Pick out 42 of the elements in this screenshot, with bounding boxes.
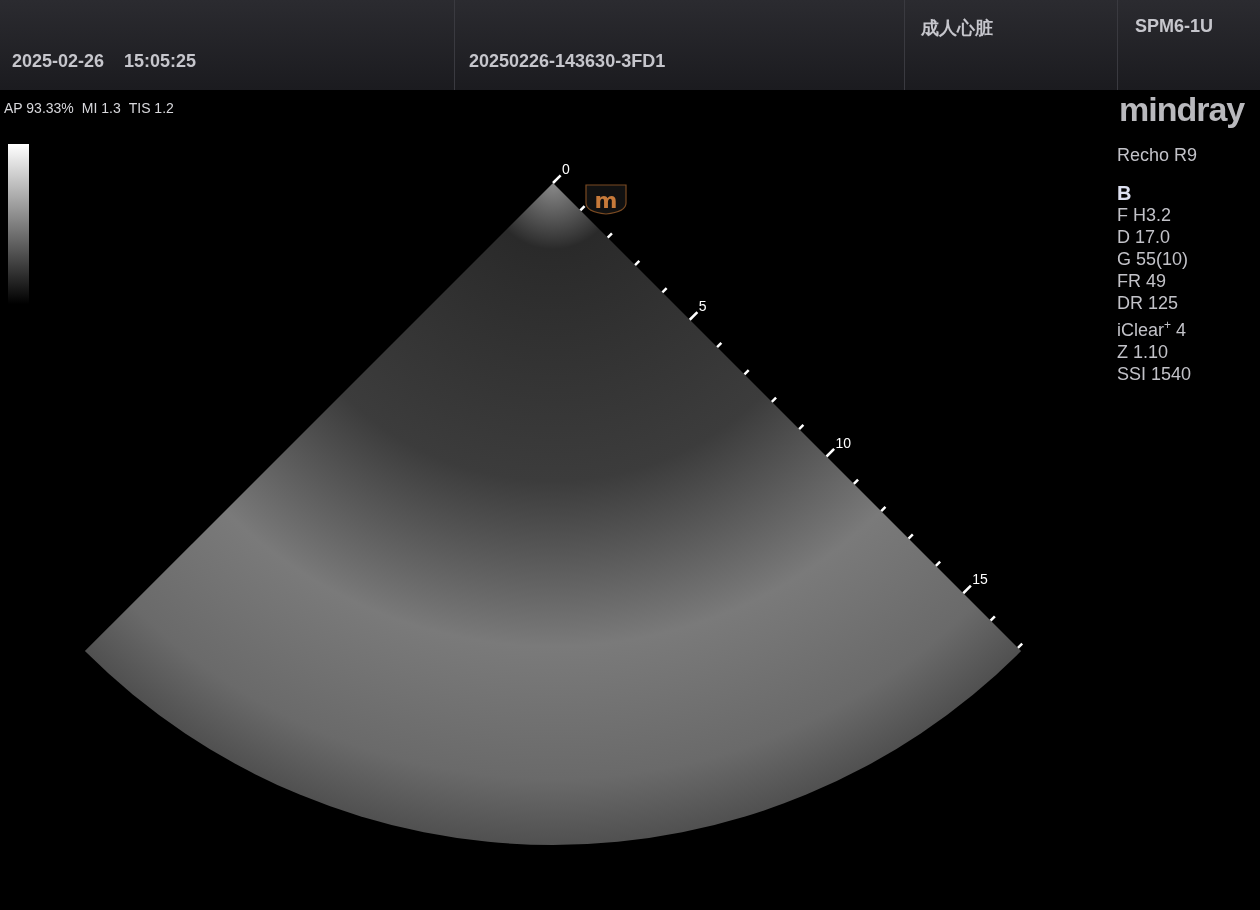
depth-label: 5 [698,297,707,314]
orientation-marker: m [585,184,627,215]
imaging-mode: B [1117,182,1133,204]
depth-label: 10 [835,434,852,451]
depth-tick [1017,642,1024,649]
acoustic-output-value: TIS 1.2 [128,100,174,116]
imaging-parameter: FR 49 [1117,270,1168,292]
imaging-parameter: SSI 1540 [1117,363,1193,385]
system-name: Recho R9 [1117,144,1199,166]
depth-tick [798,424,805,431]
depth-tick [716,341,723,348]
depth-tick [962,584,972,595]
imaging-parameter: G 55(10) [1117,248,1190,270]
depth-tick [743,369,750,376]
imaging-parameter: F H3.2 [1117,204,1173,226]
probe-name: SPM6-1U [1135,16,1214,37]
exam-id: 20250226-143630-3FD1 [469,51,666,72]
depth-tick [552,174,562,184]
imaging-parameter: D 17.0 [1117,226,1172,248]
acoustic-output-value: MI 1.3 [81,100,121,116]
depth-tick [825,447,836,458]
depth-tick [634,259,641,266]
imaging-parameter: iClear$^{+}$ 4 [1117,317,1188,341]
depth-tick [606,232,613,239]
exam-preset: 成人心脏 [921,17,993,40]
depth-tick [770,396,777,403]
depth-tick [579,205,586,212]
exam-date: 2025-02-26 [12,51,105,72]
depth-tick [880,506,887,513]
imaging-parameter: DR 125 [1117,292,1180,314]
imaging-parameter: Z 1.10 [1117,341,1170,363]
brand-logo: mindray [1119,90,1246,128]
depth-tick [989,615,996,622]
depth-tick [688,311,699,321]
acoustic-output-value: AP 93.33% [4,100,74,116]
depth-label: 0 [562,161,570,177]
depth-tick [661,287,668,294]
exam-time: 15:05:25 [124,51,197,72]
depth-label: 15 [972,571,988,588]
depth-tick [907,533,914,540]
depth-tick [935,560,942,567]
depth-tick [852,478,859,485]
